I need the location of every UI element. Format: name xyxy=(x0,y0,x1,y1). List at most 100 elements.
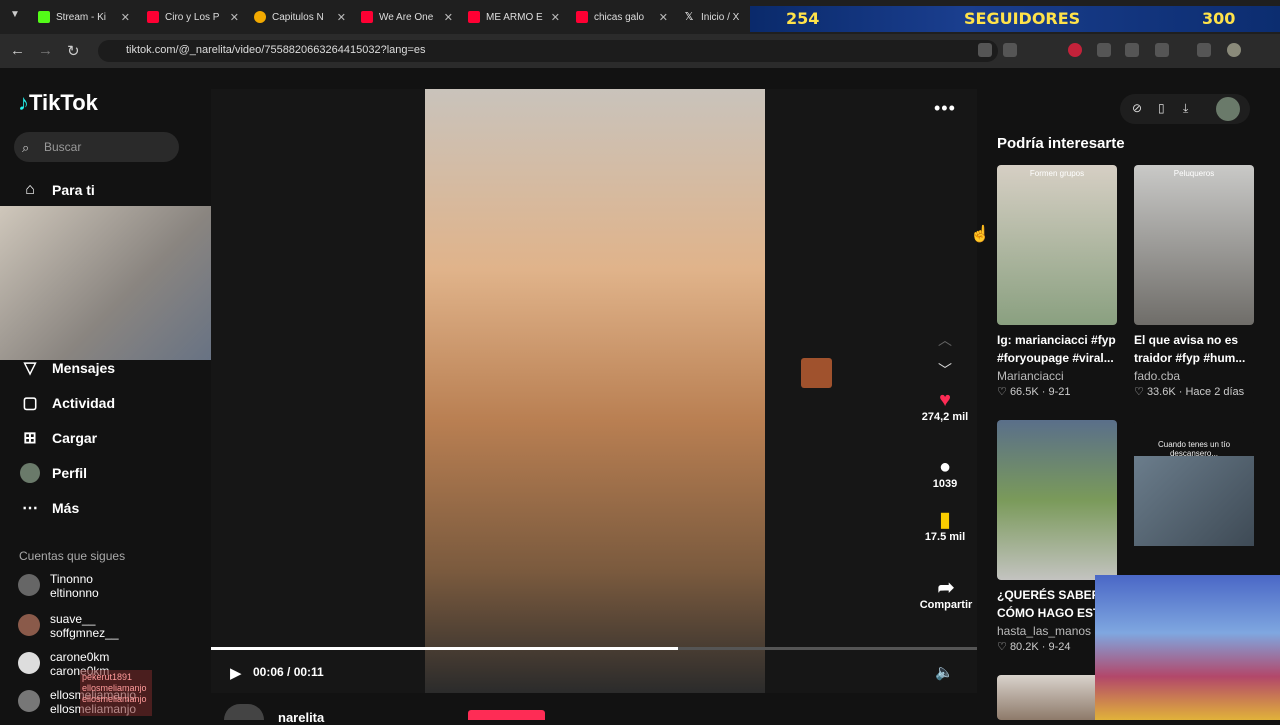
following-account[interactable]: Tinonno eltinonno xyxy=(18,572,99,600)
forward-icon[interactable]: → xyxy=(38,42,53,59)
video-thumbnail: Formen grupos xyxy=(997,165,1117,325)
puzzle-icon[interactable] xyxy=(1155,43,1169,57)
banner-right-count: 300 xyxy=(1202,9,1236,28)
browser-tab-bar: Stream - Ki ✕ Ciro y Los P ✕ Capitulos N ✕ … xyxy=(0,0,1280,34)
comment-button[interactable]: ● 1039 xyxy=(915,456,975,491)
phone-icon[interactable]: ▯ xyxy=(1158,101,1165,115)
search-icon: ⌕ xyxy=(22,140,30,155)
stream-chat-overlay: pekerut1891 ellosmeliamanjo ellosmeliama… xyxy=(80,670,152,716)
kick-favicon-icon xyxy=(38,11,50,23)
extension-icon[interactable] xyxy=(978,43,992,57)
search-input[interactable]: Buscar xyxy=(14,132,179,162)
download-icon[interactable]: ⤓ xyxy=(1183,101,1188,116)
adblock-icon[interactable] xyxy=(1068,43,1082,57)
extension-icon[interactable] xyxy=(1125,43,1139,57)
video-thumbnail xyxy=(997,420,1117,580)
play-icon[interactable]: ▶ xyxy=(230,664,242,682)
comment-icon: ● xyxy=(938,456,952,478)
upload-icon: ⊞ xyxy=(23,430,37,447)
recommendations-heading: Podría interesarte xyxy=(997,135,1125,152)
chevron-down-icon[interactable]: ﹀ xyxy=(938,360,952,380)
compass-icon[interactable]: ⊘ xyxy=(1132,101,1142,115)
banner-label: SEGUIDORES xyxy=(964,9,1081,28)
tiktok-page: ♪TikTok Buscar ⌕ ⌂ Para ti ▽ Mensajes ▢ Act… xyxy=(0,68,1280,725)
gameplay-overlay xyxy=(1095,575,1280,720)
save-button[interactable]: ▮ 17.5 mil xyxy=(915,510,975,544)
youtube-favicon-icon xyxy=(147,11,159,23)
avatar[interactable] xyxy=(1216,97,1240,121)
sidebar-item-actividad[interactable]: ▢ Actividad xyxy=(20,393,115,413)
tab-4[interactable]: ME ARMO E ✕ xyxy=(468,6,560,28)
sidebar-item-cargar[interactable]: ⊞ Cargar xyxy=(20,428,97,448)
avatar xyxy=(18,614,40,636)
sidebar-item-mas[interactable]: ⋯ Más xyxy=(20,498,79,518)
x-favicon-icon: 𝕏 xyxy=(683,11,695,23)
close-icon[interactable]: ✕ xyxy=(551,11,560,24)
recommended-video-card[interactable]: Cuando tenes un tío descansero... xyxy=(1134,420,1254,580)
youtube-favicon-icon xyxy=(468,11,480,23)
tab-5[interactable]: chicas galo ✕ xyxy=(576,6,668,28)
tab-1[interactable]: Ciro y Los P ✕ xyxy=(147,6,239,28)
follow-button[interactable] xyxy=(468,710,545,720)
music-note-icon: ♪ xyxy=(18,90,29,115)
following-account[interactable]: suave__ soffgmnez__ xyxy=(18,612,119,640)
sidebar-item-perfil[interactable]: Perfil xyxy=(20,463,87,483)
back-icon[interactable]: ← xyxy=(10,42,25,59)
share-button[interactable]: ➦ Compartir xyxy=(910,577,982,612)
tab-list-chevron-icon[interactable]: ▼ xyxy=(10,9,20,20)
profile-icon xyxy=(20,463,40,483)
video-frame[interactable] xyxy=(425,89,765,693)
reload-icon[interactable]: ↻ xyxy=(67,42,80,60)
more-icon: ⋯ xyxy=(22,500,38,517)
tab-2[interactable]: Capitulos N ✕ xyxy=(254,6,346,28)
youtube-favicon-icon xyxy=(576,11,588,23)
close-icon[interactable]: ✕ xyxy=(121,11,130,24)
mouse-cursor-icon: ☝ xyxy=(970,226,990,243)
stream-follower-banner: 254 SEGUIDORES 300 xyxy=(750,6,1280,32)
volume-icon[interactable]: 🔈 xyxy=(935,663,954,681)
share-icon: ➦ xyxy=(937,577,955,599)
reading-list-icon[interactable] xyxy=(1197,43,1211,57)
following-heading: Cuentas que sigues xyxy=(19,549,126,563)
avatar xyxy=(18,690,40,712)
like-button[interactable]: ♥ 274,2 mil xyxy=(915,389,975,424)
activity-icon: ▢ xyxy=(22,395,38,412)
extension-icon[interactable] xyxy=(1097,43,1111,57)
sidebar-item-para-ti[interactable]: ⌂ Para ti xyxy=(20,181,95,199)
close-icon[interactable]: ✕ xyxy=(659,11,668,24)
banner-left-count: 254 xyxy=(786,9,820,28)
chevron-up-icon[interactable]: ︿ xyxy=(938,330,952,350)
video-progress-bar[interactable] xyxy=(211,647,977,650)
tab-6[interactable]: 𝕏 Inicio / X xyxy=(683,6,743,28)
recommended-video-card[interactable]: Peluqueros El que avisa no es traidor #f… xyxy=(1134,165,1254,398)
video-author[interactable]: narelita xyxy=(278,710,324,725)
more-options-icon[interactable]: ••• xyxy=(934,98,956,119)
video-thumbnail: Peluqueros xyxy=(1134,165,1254,325)
video-thumbnail: Cuando tenes un tío descansero... xyxy=(1134,420,1254,580)
recommended-video-card[interactable]: Formen grupos Ig: marianciacci #fyp #for… xyxy=(997,165,1117,398)
sidebar-item-mensajes[interactable]: ▽ Mensajes xyxy=(20,358,115,378)
youtube-favicon-icon xyxy=(361,11,373,23)
close-icon[interactable]: ✕ xyxy=(230,11,239,24)
url-input[interactable]: tiktok.com/@_narelita/video/755882066326… xyxy=(98,40,998,62)
close-icon[interactable]: ✕ xyxy=(444,11,453,24)
heart-outline-icon: ♡ xyxy=(1134,386,1144,398)
translate-icon[interactable] xyxy=(1003,43,1017,57)
warning-favicon-icon xyxy=(254,11,266,23)
heart-icon: ♥ xyxy=(939,389,951,411)
address-bar-row: ← → ↻ tiktok.com/@_narelita/video/755882… xyxy=(0,34,1280,92)
heart-outline-icon: ♡ xyxy=(997,386,1007,398)
avatar xyxy=(18,652,40,674)
close-icon[interactable]: ✕ xyxy=(337,11,346,24)
heart-outline-icon: ♡ xyxy=(997,641,1007,653)
video-time: 00:06 / 00:11 xyxy=(253,665,324,679)
avatar[interactable] xyxy=(224,704,264,720)
send-icon: ▽ xyxy=(23,360,37,377)
home-icon: ⌂ xyxy=(25,181,35,198)
avatar[interactable] xyxy=(1227,43,1241,57)
video-player[interactable] xyxy=(211,89,977,693)
tab-0[interactable]: Stream - Ki ✕ xyxy=(38,6,130,28)
tiktok-logo[interactable]: ♪TikTok xyxy=(18,90,98,116)
tab-3[interactable]: We Are One ✕ xyxy=(361,6,453,28)
video-progress-fill xyxy=(211,647,679,650)
